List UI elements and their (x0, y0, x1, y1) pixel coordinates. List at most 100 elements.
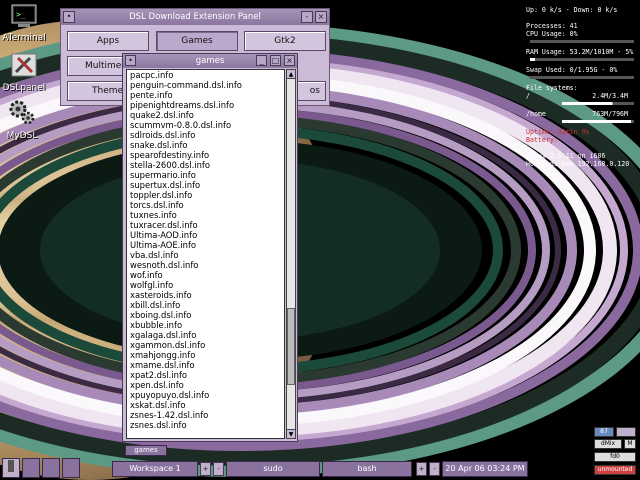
desktop-icon-mydsl[interactable]: MyDSL (0, 98, 46, 141)
fs-home-path: /home (526, 110, 546, 118)
list-item[interactable]: pacpc.info (127, 70, 284, 80)
list-item[interactable]: wof.info (127, 270, 284, 280)
apps-button[interactable]: Apps (67, 31, 149, 51)
mount-status-badge[interactable]: unmounted (594, 465, 636, 475)
games-title: games (195, 56, 225, 66)
list-item[interactable]: xgammon.dsl.info (127, 340, 284, 350)
gears-icon (0, 98, 46, 129)
minimize-button[interactable]: _ (256, 55, 267, 66)
list-item[interactable]: zsnes-1.42.dsl.info (127, 410, 284, 420)
games-button[interactable]: Games (156, 31, 238, 51)
window-menu-button[interactable]: • (63, 11, 75, 23)
fs-root-row: / 2.4M/3.4M (526, 92, 638, 100)
panel-titlebar[interactable]: • DSL Download Extension Panel - × (61, 9, 329, 25)
list-item[interactable]: zsnes.dsl.info (127, 420, 284, 430)
list-item[interactable]: xpen.dsl.info (127, 380, 284, 390)
taskbar-window-games[interactable]: games (125, 445, 167, 456)
fs-home-bar (562, 120, 634, 123)
fd0-mount-button[interactable]: fd0 (594, 452, 636, 462)
list-item[interactable]: xpuyopuyo.dsl.info (127, 390, 284, 400)
list-item[interactable]: toppler.dsl.info (127, 190, 284, 200)
list-item[interactable]: sdlroids.dsl.info (127, 130, 284, 140)
list-item[interactable]: tuxnes.info (127, 210, 284, 220)
list-item[interactable]: xbill.dsl.info (127, 300, 284, 310)
dmix-button[interactable]: dMix (594, 439, 622, 449)
close-button[interactable]: × (284, 55, 295, 66)
list-item[interactable]: xboing.dsl.info (127, 310, 284, 320)
games-window: • games _ □ × pacpc.info penguin-command.… (122, 53, 298, 442)
list-item[interactable]: torcs.dsl.info (127, 200, 284, 210)
desktop-icon-dslpanel[interactable]: DSLpanel (0, 52, 48, 93)
fs-root-value: 2.4M/3.4M (592, 92, 628, 100)
workspace-label[interactable]: Workspace 1 (112, 461, 198, 477)
quick-launch-button[interactable] (2, 458, 20, 478)
pager-desktop-1[interactable] (22, 458, 40, 478)
ram-bar (530, 58, 634, 61)
list-item[interactable]: vba.dsl.info (127, 250, 284, 260)
tray-monitor[interactable]: 87 (594, 427, 614, 437)
list-item[interactable]: tuxracer.dsl.info (127, 220, 284, 230)
window-menu-button[interactable]: • (125, 55, 136, 66)
list-item[interactable]: snake.dsl.info (127, 140, 284, 150)
list-item[interactable]: xbubble.info (127, 320, 284, 330)
kernel-info: Linux 2.6.11 on i686 (526, 152, 606, 160)
games-scrollbar[interactable]: ▲ ▼ (286, 69, 296, 439)
tasks-next-button[interactable]: - (429, 462, 440, 476)
minimize-button[interactable]: - (301, 11, 313, 23)
clock[interactable]: 20 Apr 06 03:24 PM (442, 461, 528, 477)
workspace-next-button[interactable]: + (200, 462, 211, 476)
list-item[interactable]: xmame.dsl.info (127, 360, 284, 370)
svg-text:>_: >_ (16, 10, 26, 19)
list-item[interactable]: supermario.info (127, 170, 284, 180)
processes-count: Processes: 41 (526, 22, 578, 30)
tasks-prev-button[interactable]: + (416, 462, 427, 476)
fs-root-bar (562, 102, 634, 105)
system-monitor: Up: 0 k/s - Down: 0 k/s Processes: 41 CP… (526, 6, 638, 168)
list-item[interactable]: supertux.dsl.info (127, 180, 284, 190)
list-item[interactable]: xpat2.dsl.info (127, 370, 284, 380)
list-item[interactable]: spearofdestiny.info (127, 150, 284, 160)
desktop-icon-label: ATerminal (2, 33, 46, 43)
scroll-up-arrow-icon[interactable]: ▲ (287, 70, 295, 79)
mail-icon[interactable]: M (624, 439, 636, 449)
swap-bar (530, 76, 634, 79)
gtk2-button[interactable]: Gtk2 (244, 31, 326, 51)
tray-blank (616, 427, 636, 437)
close-button[interactable]: × (315, 11, 327, 23)
games-listbox[interactable]: pacpc.info penguin-command.dsl.info pente.… (126, 69, 285, 439)
list-item[interactable]: wesnoth.dsl.info (127, 260, 284, 270)
list-item[interactable]: pipenightdreams.dsl.info (127, 100, 284, 110)
list-item[interactable]: xmahjongg.info (127, 350, 284, 360)
uptime: Uptime: 32min 9s (526, 128, 590, 136)
workspace-prev-button[interactable]: - (213, 462, 224, 476)
launcher-icon (8, 460, 14, 472)
host-info: Host: dslbox 192.168.0.120 (526, 160, 630, 168)
desktop-icon-aterminal[interactable]: >_ ATerminal (0, 4, 48, 43)
list-item[interactable]: xasteroids.info (127, 290, 284, 300)
list-item[interactable]: penguin-command.dsl.info (127, 80, 284, 90)
task-sudo[interactable]: sudo (226, 461, 320, 477)
task-bash[interactable]: bash (322, 461, 412, 477)
list-item[interactable]: Ultima-AOD.info (127, 230, 284, 240)
scroll-down-arrow-icon[interactable]: ▼ (287, 429, 295, 438)
list-item[interactable]: xgalaga.dsl.info (127, 330, 284, 340)
scrollbar-thumb[interactable] (287, 308, 295, 385)
cpu-bar (530, 40, 634, 43)
list-item[interactable]: wolfgl.info (127, 280, 284, 290)
panel-title: DSL Download Extension Panel (129, 12, 261, 22)
list-item[interactable]: stella-2600.dsl.info (127, 160, 284, 170)
list-item[interactable]: scummvm-0.8.0.dsl.info (127, 120, 284, 130)
cpu-usage: CPU Usage: 0% (526, 30, 578, 38)
pager-desktop-3[interactable] (62, 458, 80, 478)
games-titlebar[interactable]: • games _ □ × (123, 54, 297, 68)
maximize-button[interactable]: □ (270, 55, 281, 66)
list-item[interactable]: xskat.dsl.info (127, 400, 284, 410)
net-speed: Up: 0 k/s - Down: 0 k/s (526, 6, 618, 14)
list-item[interactable]: Ultima-AOE.info (127, 240, 284, 250)
fs-home-value: 763M/796M (592, 110, 628, 118)
fs-root-path: / (526, 92, 530, 100)
swap-usage: Swap Used: 0/1.95G - 0% (526, 66, 618, 74)
list-item[interactable]: pente.info (127, 90, 284, 100)
list-item[interactable]: quake2.dsl.info (127, 110, 284, 120)
pager-desktop-2[interactable] (42, 458, 60, 478)
